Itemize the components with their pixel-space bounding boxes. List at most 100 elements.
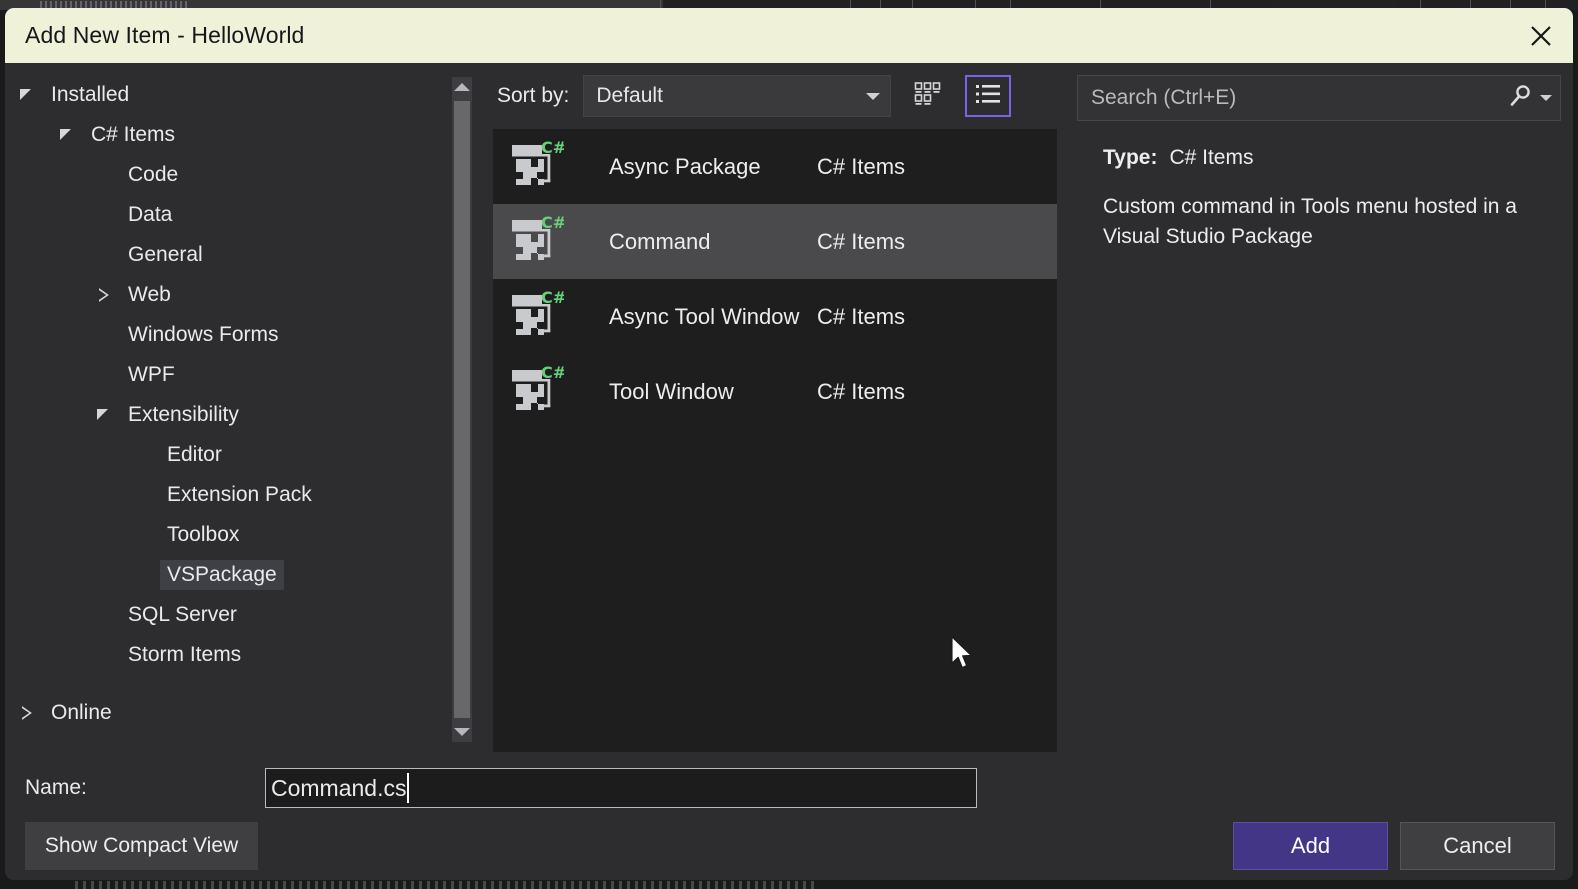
- scroll-up-arrow-icon[interactable]: [452, 77, 472, 97]
- tree-item-label: Storm Items: [121, 640, 248, 670]
- tree-item-installed[interactable]: Installed: [5, 75, 465, 115]
- name-input[interactable]: Command.cs: [265, 768, 977, 808]
- triangle-down-icon[interactable]: [60, 128, 74, 142]
- no-icon: [97, 208, 111, 222]
- template-item-name: Tool Window: [609, 379, 817, 405]
- triangle-down-icon[interactable]: [20, 88, 34, 102]
- tree-item-wpf[interactable]: WPF: [5, 355, 465, 395]
- tree-item-label: Data: [121, 200, 179, 230]
- template-item-category: C# Items: [817, 304, 1057, 330]
- svg-text:C#: C#: [541, 139, 564, 157]
- template-item-name: Async Package: [609, 154, 817, 180]
- tree-item-editor[interactable]: Editor: [5, 435, 465, 475]
- tree-item-web[interactable]: Web: [5, 275, 465, 315]
- dialog-body: Installed C# Items Code Data General WebWindo…: [5, 63, 1573, 752]
- tree-item-label: Editor: [160, 440, 229, 470]
- chevron-down-icon: [866, 93, 880, 100]
- item-list-pane: Sort by: Default: [485, 63, 1065, 752]
- no-icon: [97, 608, 111, 622]
- tree-item-label: Extension Pack: [160, 480, 319, 510]
- csharp-vspackage-icon: C#: [508, 139, 564, 195]
- tree-item-windows-forms[interactable]: Windows Forms: [5, 315, 465, 355]
- tree-item-online[interactable]: Online: [5, 693, 465, 733]
- type-row: Type: C# Items: [1103, 146, 1557, 170]
- category-tree-pane: Installed C# Items Code Data General WebWindo…: [5, 63, 485, 752]
- triangle-right-icon[interactable]: [20, 706, 34, 720]
- tree-item-vspackage[interactable]: VSPackage: [5, 555, 465, 595]
- chevron-down-icon[interactable]: [1540, 95, 1552, 101]
- type-value: C# Items: [1169, 146, 1253, 169]
- tree-item-toolbox[interactable]: Toolbox: [5, 515, 465, 555]
- tree-item-general[interactable]: General: [5, 235, 465, 275]
- tree-item-storm-items[interactable]: Storm Items: [5, 635, 465, 675]
- template-item-list[interactable]: C# Async PackageC# Items C# CommandC# It…: [493, 129, 1057, 752]
- tree-item-extension-pack[interactable]: Extension Pack: [5, 475, 465, 515]
- tree-scrollbar-thumb[interactable]: [454, 101, 470, 718]
- name-row: Name: Command.cs: [25, 764, 1553, 812]
- no-icon: [97, 248, 111, 262]
- sort-by-dropdown[interactable]: Default: [583, 75, 891, 117]
- no-icon: [136, 528, 150, 542]
- csharp-vspackage-icon: C#: [508, 214, 564, 270]
- close-button[interactable]: [1509, 8, 1573, 63]
- svg-text:C#: C#: [541, 214, 564, 232]
- template-item-name: Command: [609, 229, 817, 255]
- tree-item-c-items[interactable]: C# Items: [5, 115, 465, 155]
- csharp-vspackage-icon: C#: [508, 364, 564, 420]
- dialog-title: Add New Item - HelloWorld: [25, 22, 304, 49]
- tree-item-data[interactable]: Data: [5, 195, 465, 235]
- no-icon: [136, 448, 150, 462]
- tree-item-label: WPF: [121, 360, 182, 390]
- tree-item-label: Code: [121, 160, 185, 190]
- tree-item-code[interactable]: Code: [5, 155, 465, 195]
- item-details: Type: C# Items Custom command in Tools me…: [1077, 121, 1561, 252]
- text-caret: [407, 773, 409, 803]
- search-icon[interactable]: [1508, 83, 1534, 114]
- list-view-button[interactable]: [965, 75, 1011, 117]
- dialog-footer: Name: Command.cs Show Compact View Add C…: [5, 752, 1573, 880]
- triangle-right-icon[interactable]: [97, 288, 111, 302]
- no-icon: [136, 488, 150, 502]
- no-icon: [97, 328, 111, 342]
- type-label: Type:: [1103, 146, 1157, 169]
- no-icon: [97, 368, 111, 382]
- category-tree[interactable]: Installed C# Items Code Data General WebWindo…: [5, 63, 465, 752]
- template-item-name: Async Tool Window: [609, 304, 817, 330]
- tree-item-extensibility[interactable]: Extensibility: [5, 395, 465, 435]
- background-chrome-bottom: [75, 881, 815, 889]
- add-button[interactable]: Add: [1233, 822, 1388, 870]
- item-description: Custom command in Tools menu hosted in a…: [1103, 192, 1557, 252]
- show-compact-view-button[interactable]: Show Compact View: [25, 822, 258, 870]
- template-item-category: C# Items: [817, 154, 1057, 180]
- tree-item-label: Toolbox: [160, 520, 246, 550]
- template-item-category: C# Items: [817, 379, 1057, 405]
- template-list-item[interactable]: C# Async Tool WindowC# Items: [493, 279, 1057, 354]
- tree-item-label: Online: [44, 698, 119, 728]
- tree-item-sql-server[interactable]: SQL Server: [5, 595, 465, 635]
- tile-view-icon: [914, 81, 942, 112]
- template-list-item[interactable]: C# CommandC# Items: [493, 204, 1057, 279]
- dialog-titlebar: Add New Item - HelloWorld: [5, 8, 1573, 63]
- template-list-item[interactable]: C# Async PackageC# Items: [493, 129, 1057, 204]
- add-new-item-dialog: Add New Item - HelloWorld Installed C# It…: [5, 8, 1573, 880]
- cancel-button[interactable]: Cancel: [1400, 822, 1555, 870]
- svg-text:C#: C#: [541, 364, 564, 382]
- sort-by-value: Default: [596, 84, 663, 108]
- list-view-icon: [974, 82, 1002, 111]
- sort-toolbar: Sort by: Default: [485, 63, 1065, 129]
- svg-text:C#: C#: [541, 289, 564, 307]
- csharp-vspackage-icon: C#: [508, 289, 564, 345]
- template-item-category: C# Items: [817, 229, 1057, 255]
- triangle-down-icon[interactable]: [97, 408, 111, 422]
- tree-scrollbar[interactable]: [452, 77, 472, 742]
- scroll-down-arrow-icon[interactable]: [452, 722, 472, 742]
- dialog-buttons: Add Cancel: [1233, 822, 1555, 870]
- tile-view-button[interactable]: [905, 75, 951, 117]
- tree-item-label: C# Items: [84, 120, 182, 150]
- tree-item-label: Extensibility: [121, 400, 246, 430]
- tree-item-label: General: [121, 240, 210, 270]
- template-list-item[interactable]: C# Tool WindowC# Items: [493, 354, 1057, 429]
- name-label: Name:: [25, 776, 265, 800]
- search-input[interactable]: Search (Ctrl+E): [1077, 75, 1561, 121]
- no-icon: [136, 568, 150, 582]
